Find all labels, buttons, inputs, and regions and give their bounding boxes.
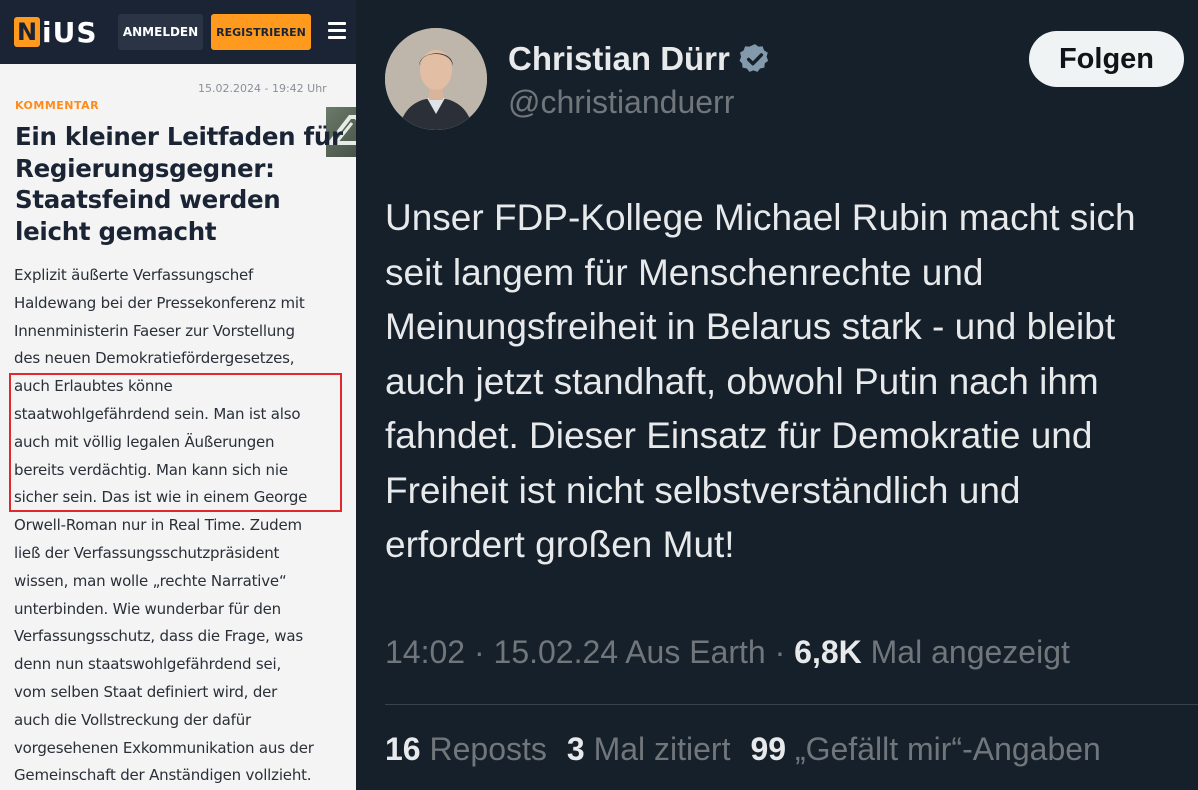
reposts-stat[interactable]: 16 Reposts [385, 731, 547, 768]
tweet-line: erfordert großen Mut! [385, 524, 735, 565]
views-label: Mal angezeigt [870, 634, 1070, 670]
body-line: unterbinden. Wie wunderbar für den [14, 599, 281, 618]
verified-badge-icon [739, 44, 769, 72]
nius-article-panel: N iUS ANMELDEN REGISTRIEREN 15.02.2024 -… [0, 0, 356, 790]
hamburger-menu-icon[interactable] [328, 22, 346, 40]
body-line: Innenministerin Faeser zur Vorstellung [14, 321, 295, 340]
follow-button[interactable]: Folgen [1029, 31, 1184, 87]
divider [385, 704, 1198, 705]
likes-count: 99 [750, 731, 787, 767]
quotes-label: Mal zitiert [593, 731, 731, 767]
body-line: Explizit äußerte Verfassungschef [14, 266, 254, 284]
author-handle[interactable]: @christianduerr [508, 84, 734, 121]
tweet-stats: 16 Reposts 3 Mal zitiert 99 „Gefällt mir… [385, 731, 1121, 768]
tweet-line: auch jetzt standhaft, obwohl Putin nach … [385, 360, 1099, 402]
body-line: denn nun staatswohlgefährdend sei, [14, 655, 282, 674]
tweet-text: Unser FDP-Kollege Michael Rubin macht si… [385, 191, 1195, 573]
tweet-panel: Christian Dürr @christianduerr Folgen Un… [356, 0, 1198, 790]
tweet-meta: 14:02 · 15.02.24 Aus Earth · 6,8K Mal an… [385, 634, 1070, 671]
likes-label: „Gefällt mir“-Angaben [794, 731, 1101, 767]
highlight-annotation-box [9, 373, 342, 512]
article-kicker: KOMMENTAR [15, 99, 100, 112]
body-line: wissen, man wolle „rechte Narrative“ [14, 571, 287, 590]
likes-stat[interactable]: 99 „Gefällt mir“-Angaben [750, 731, 1100, 768]
body-line: vorgesehenen Exkommunikation aus der [14, 738, 314, 757]
body-line: des neuen Demokratiefördergesetzes, [14, 349, 295, 368]
body-line: Haldewang bei der Pressekonferenz mit [14, 293, 305, 312]
tweet-line: Unser FDP-Kollege Michael Rubin macht si… [385, 197, 1136, 238]
tweet-timestamp[interactable]: 14:02 · 15.02.24 Aus Earth · [385, 634, 785, 670]
quotes-count: 3 [566, 731, 585, 767]
author-row: Christian Dürr [508, 40, 772, 78]
tweet-line: Meinungsfreiheit in Belarus stark - und … [385, 306, 1116, 347]
views-count: 6,8K [794, 634, 862, 670]
tweet-line: fahndet. Dieser Einsatz für Demokratie u… [385, 415, 1093, 456]
login-button[interactable]: ANMELDEN [118, 14, 203, 50]
body-line: Verfassungsschutz, dass die Frage, was [14, 627, 303, 646]
body-line: Orwell-Roman nur in Real Time. Zudem [14, 516, 302, 535]
nius-logo[interactable]: N iUS [14, 14, 98, 50]
body-line: Gemeinschaft der Anständigen vollzieht. [14, 766, 312, 785]
article-date: 15.02.2024 - 19:42 Uhr [198, 82, 327, 95]
tweet-line: seit langem für Menschenrechte und [385, 251, 984, 293]
article-headline[interactable]: Ein kleiner Leitfaden für Regierungsgegn… [15, 121, 350, 247]
avatar[interactable] [385, 28, 487, 130]
article-body: Explizit äußerte Verfassungschef Haldewa… [14, 262, 354, 790]
reposts-count: 16 [385, 731, 421, 767]
tweet-line: Freiheit ist nicht selbstverständlich un… [385, 469, 1021, 511]
body-line: vom selben Staat definiert wird, der [14, 682, 278, 701]
quotes-stat[interactable]: 3 Mal zitiert [567, 731, 731, 768]
reposts-label: Reposts [429, 731, 547, 767]
nius-logo-text: iUS [42, 15, 98, 49]
body-line: ließ der Verfassungsschutzpräsident [14, 543, 280, 562]
author-name[interactable]: Christian Dürr [508, 40, 730, 78]
nius-logo-mark: N [14, 17, 40, 47]
register-button[interactable]: REGISTRIEREN [211, 14, 311, 50]
nius-header: N iUS ANMELDEN REGISTRIEREN [0, 0, 356, 64]
body-line: auch die Vollstreckung der dafür [14, 710, 252, 729]
